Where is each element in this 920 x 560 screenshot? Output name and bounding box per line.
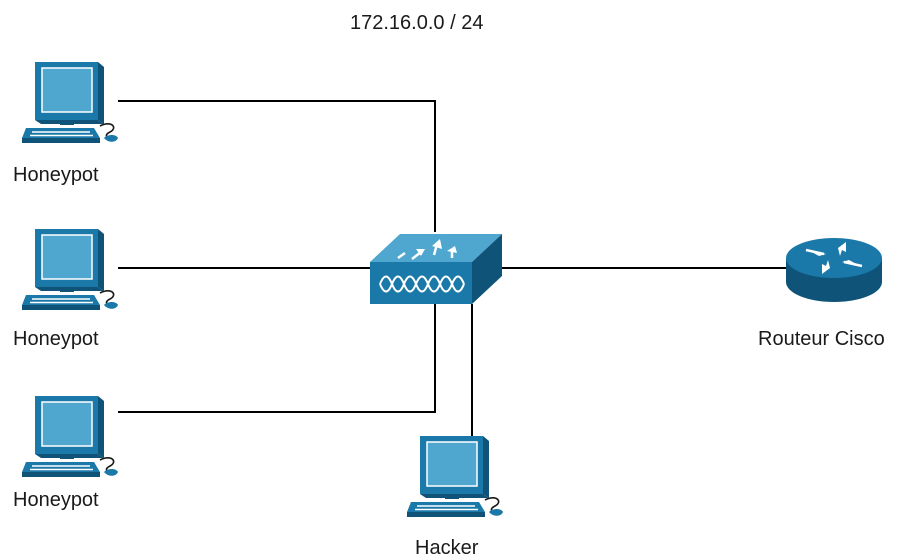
hacker-computer-icon [406, 435, 504, 518]
honeypot-computer-icon [21, 395, 119, 478]
router-icon [786, 238, 882, 302]
network-diagram [21, 61, 882, 518]
honeypot-label: Honeypot [13, 328, 99, 350]
honeypot-label: Honeypot [13, 164, 99, 186]
network-address-title: 172.16.0.0 / 24 [350, 12, 484, 34]
honeypot-computer-icon [21, 228, 119, 311]
link-honeypot1-switch [118, 100, 436, 232]
honeypot-computer-icon [21, 61, 119, 144]
link-honeypot3-switch [118, 304, 436, 413]
hacker-label: Hacker [415, 537, 479, 559]
honeypot-label: Honeypot [13, 489, 99, 511]
switch-icon [370, 234, 502, 304]
router-label: Routeur Cisco [758, 328, 885, 350]
